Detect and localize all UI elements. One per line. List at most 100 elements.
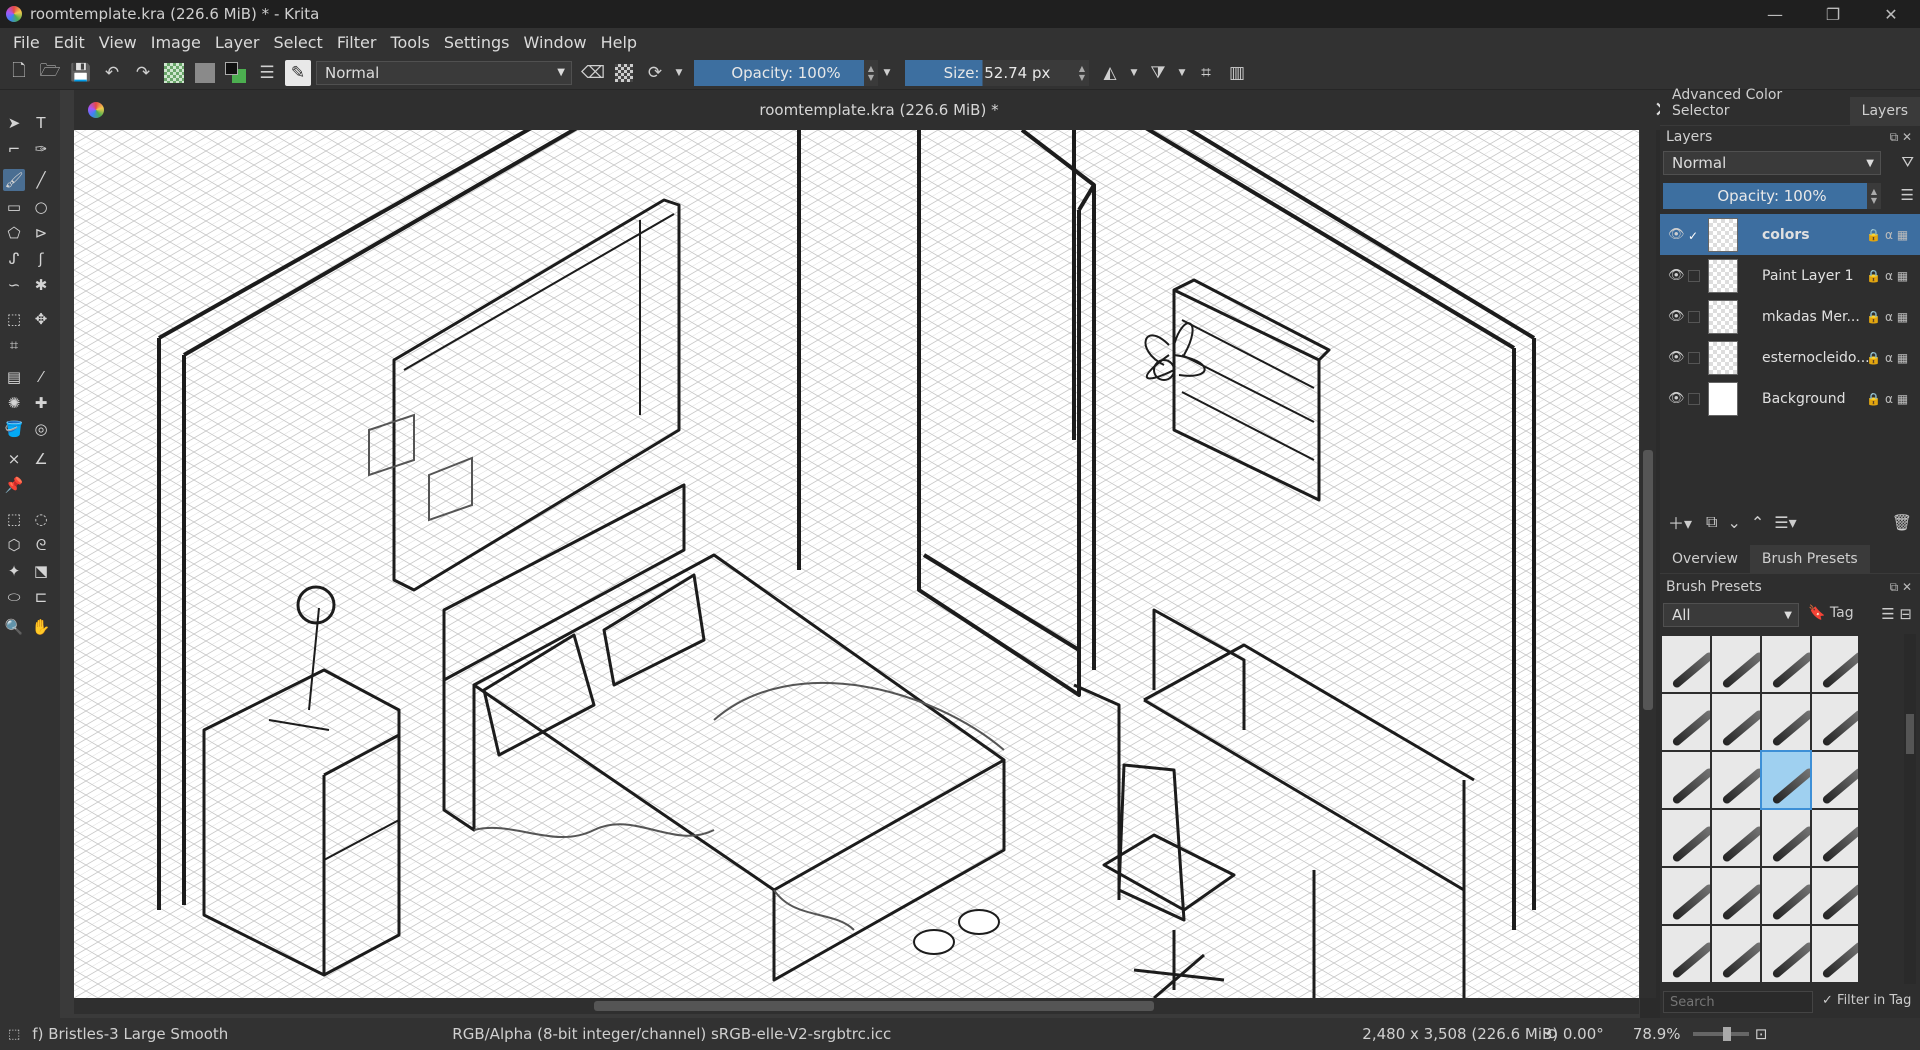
float-close-icon[interactable]: ⧉ ✕ — [1890, 130, 1912, 145]
brush-preset[interactable] — [1712, 636, 1760, 692]
layer-row[interactable]: 👁 mkadas Mer... 🔒α▦ — [1660, 296, 1920, 337]
bezier-selection-tool-icon[interactable]: ⬭ — [3, 586, 25, 608]
layer-row[interactable]: 👁 Paint Layer 1 🔒α▦ — [1660, 255, 1920, 296]
brush-preset[interactable] — [1762, 868, 1810, 924]
rectangle-tool-icon[interactable]: ▭ — [3, 196, 25, 218]
contiguous-selection-tool-icon[interactable]: ✦ — [3, 560, 25, 582]
tab-overview[interactable]: Overview — [1660, 545, 1750, 573]
layer-checkbox[interactable]: ✓ — [1688, 229, 1700, 243]
filter-icon[interactable]: ⛛ — [1901, 153, 1914, 171]
preserve-alpha-icon[interactable] — [611, 60, 637, 86]
brush-preset[interactable] — [1712, 926, 1760, 982]
tab-layers[interactable]: Layers — [1849, 97, 1920, 125]
ellipse-tool-icon[interactable]: ○ — [30, 196, 52, 218]
maximize-button[interactable]: ❐ — [1804, 0, 1862, 28]
float-close-icon[interactable]: ⧉ ✕ — [1890, 580, 1912, 595]
delete-layer-icon[interactable]: 🗑 — [1892, 513, 1912, 532]
menu-help[interactable]: Help — [594, 33, 644, 52]
brush-preset[interactable] — [1762, 810, 1810, 866]
brush-preset[interactable] — [1812, 694, 1858, 750]
move-layer-up-icon[interactable]: ⌃ — [1751, 513, 1764, 532]
mirror-vertical-icon[interactable]: ⧩ — [1145, 60, 1171, 86]
edit-shapes-tool-icon[interactable]: ⌐ — [3, 138, 25, 160]
lock-alpha-icon[interactable]: 🔒α▦ — [1866, 310, 1912, 324]
reload-preset-icon[interactable]: ⟳ — [642, 60, 668, 86]
calligraphy-tool-icon[interactable]: ✑ — [30, 138, 52, 160]
lock-alpha-icon[interactable]: 🔒α▦ — [1866, 351, 1912, 365]
polygon-tool-icon[interactable]: ⬠ — [3, 222, 25, 244]
mirror-horizontal-icon[interactable]: ◭ — [1097, 60, 1123, 86]
lock-alpha-icon[interactable]: 🔒α▦ — [1866, 392, 1912, 406]
chevron-down-icon[interactable]: ▼ — [878, 60, 896, 86]
move-layer-down-icon[interactable]: ⌄ — [1727, 513, 1740, 532]
canvas-only-icon[interactable]: ▥ — [1224, 60, 1250, 86]
wrap-around-icon[interactable]: ⌗ — [1193, 60, 1219, 86]
fit-view-icon[interactable]: ⊡ — [1755, 1025, 1768, 1043]
layer-row[interactable]: 👁 Background 🔒α▦ — [1660, 378, 1920, 419]
multibrush-tool-icon[interactable]: ✱ — [30, 274, 52, 296]
menu-edit[interactable]: Edit — [47, 33, 92, 52]
brush-settings-icon[interactable]: ☰ — [254, 60, 280, 86]
menu-window[interactable]: Window — [516, 33, 593, 52]
move-tool-icon[interactable]: ✥ — [30, 308, 52, 330]
document-tab[interactable]: roomtemplate.kra (226.6 MiB) * ✕ — [74, 90, 1684, 130]
chevron-down-icon[interactable]: ▼ — [673, 60, 685, 86]
gradient-tool-icon[interactable]: ▤ — [3, 366, 25, 388]
brush-preset[interactable] — [1662, 810, 1710, 866]
layer-checkbox[interactable] — [1688, 310, 1700, 323]
tab-brush-presets[interactable]: Brush Presets — [1749, 545, 1870, 573]
brush-preset-selected[interactable] — [1760, 750, 1812, 810]
tab-advanced-color-selector[interactable]: Advanced Color Selector — [1660, 81, 1850, 125]
brush-preset[interactable] — [1662, 868, 1710, 924]
brush-preset[interactable] — [1662, 694, 1710, 750]
brush-preset[interactable] — [1812, 636, 1858, 692]
open-document-icon[interactable]: 🗁 — [37, 60, 63, 86]
eye-icon[interactable]: 👁 — [1668, 268, 1685, 283]
freehand-brush-tool-icon[interactable]: 🖌 — [3, 169, 25, 191]
size-spin-icon[interactable]: ▲ ▼ — [1075, 59, 1089, 86]
menu-view[interactable]: View — [92, 33, 144, 52]
measure-tool-icon[interactable]: ∠ — [30, 448, 52, 470]
menu-tools[interactable]: Tools — [383, 33, 436, 52]
preset-search-input[interactable] — [1663, 991, 1813, 1013]
layer-checkbox[interactable] — [1688, 269, 1700, 282]
brush-preset[interactable] — [1712, 694, 1760, 750]
select-shapes-tool-icon[interactable]: ➤ — [3, 112, 25, 134]
brush-preset[interactable] — [1812, 752, 1858, 808]
line-tool-icon[interactable]: ╱ — [30, 169, 52, 191]
gradient-pattern-icon[interactable] — [161, 60, 187, 86]
enclose-fill-tool-icon[interactable]: ◎ — [30, 418, 52, 440]
scroll-thumb[interactable] — [1906, 714, 1914, 754]
layer-properties-icon[interactable]: ☰▾ — [1774, 513, 1796, 532]
layer-checkbox[interactable] — [1688, 392, 1700, 405]
save-icon[interactable]: 💾 — [68, 60, 94, 86]
assistant-tool-icon[interactable]: ⨯ — [3, 448, 25, 470]
brush-preset[interactable] — [1762, 636, 1810, 692]
layer-opacity-slider[interactable]: Opacity: 100% ▲ ▼ — [1663, 183, 1881, 209]
filter-in-tag-checkbox[interactable]: ✓ Filter in Tag — [1822, 993, 1911, 1008]
eye-icon[interactable]: 👁 — [1668, 391, 1685, 406]
brush-preset[interactable] — [1812, 810, 1858, 866]
magnetic-selection-tool-icon[interactable]: ⊏ — [30, 586, 52, 608]
polygonal-selection-tool-icon[interactable]: ⬡ — [3, 534, 25, 556]
blend-mode-select[interactable]: Normal ▼ — [316, 60, 572, 85]
minimize-button[interactable]: — — [1746, 0, 1804, 28]
freehand-path-tool-icon[interactable]: ʃ — [30, 248, 52, 270]
canvas-vertical-scrollbar[interactable] — [1640, 130, 1656, 998]
chevron-down-icon[interactable]: ▼ — [1128, 60, 1140, 86]
bezier-tool-icon[interactable]: ᔑ — [3, 248, 25, 270]
similar-color-selection-tool-icon[interactable]: ⬔ — [30, 560, 52, 582]
transform-tool-icon[interactable]: ⬚ — [3, 308, 25, 330]
reference-images-tool-icon[interactable]: 📌 — [3, 474, 25, 496]
chevron-down-icon[interactable]: ▼ — [1176, 60, 1188, 86]
lock-alpha-icon[interactable]: 🔒α▦ — [1866, 228, 1912, 242]
eye-icon[interactable]: 👁 — [1668, 350, 1685, 365]
layer-row[interactable]: 👁 ✓ colors 🔒α▦ — [1660, 214, 1920, 255]
duplicate-layer-icon[interactable]: ⧉ — [1706, 512, 1717, 532]
fill-pattern-icon[interactable] — [192, 60, 218, 86]
brush-preset[interactable] — [1762, 926, 1810, 982]
tag-button[interactable]: 🔖 Tag — [1808, 605, 1854, 621]
brush-preset[interactable] — [1662, 636, 1710, 692]
zoom-slider-handle[interactable] — [1722, 1027, 1731, 1041]
menu-select[interactable]: Select — [266, 33, 329, 52]
